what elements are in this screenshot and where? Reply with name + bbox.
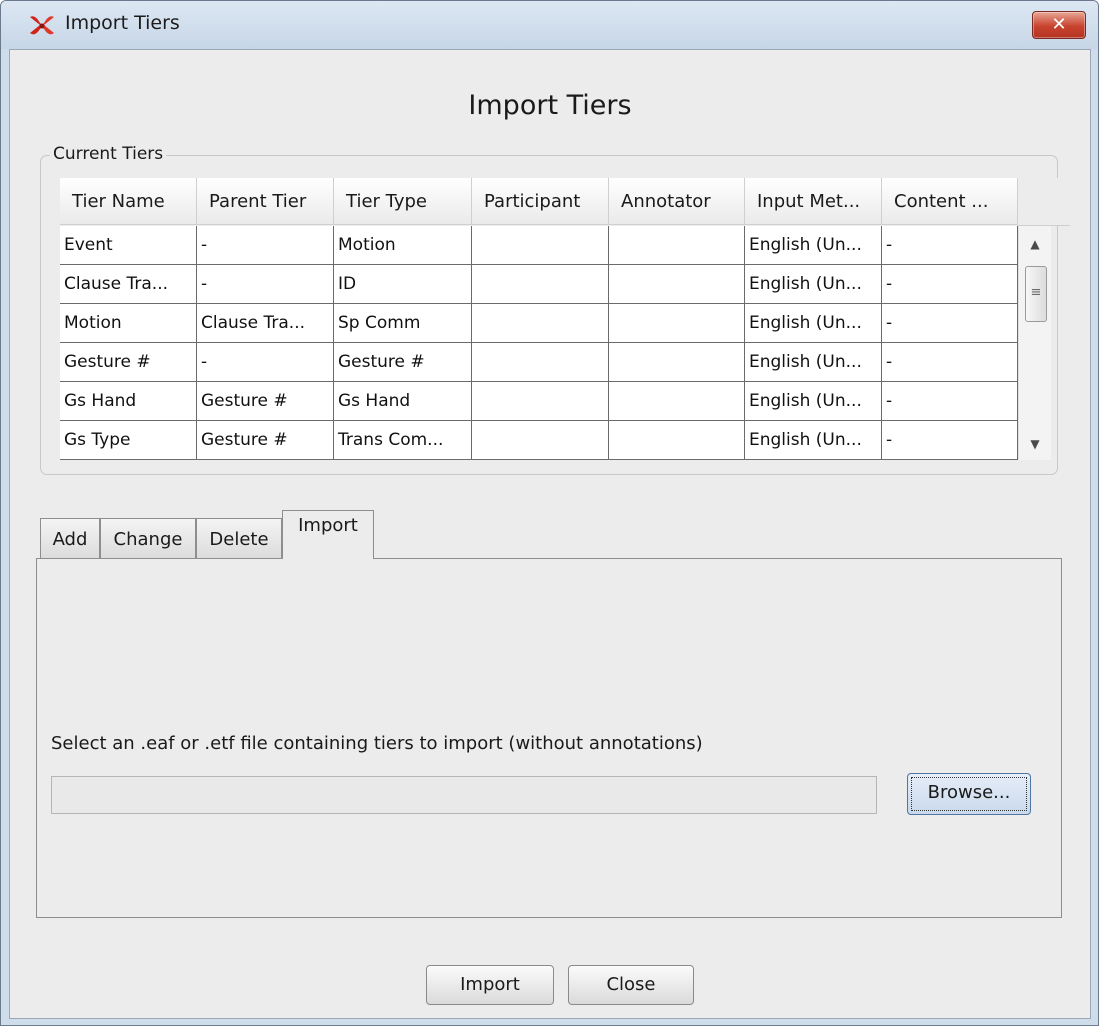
table-cell: Gesture #: [60, 343, 197, 382]
table-cell: Gs Hand: [60, 382, 197, 421]
table-cell: English (Un...: [745, 343, 882, 382]
table-cell: -: [882, 343, 1018, 382]
table-cell: Motion: [60, 304, 197, 343]
import-instruction-label: Select an .eaf or .etf file containing t…: [51, 733, 703, 754]
table-vertical-scrollbar[interactable]: ▲ ≡ ▼: [1018, 226, 1051, 460]
table-cell: -: [197, 226, 334, 265]
table-cell: Gesture #: [197, 382, 334, 421]
table-cell: Motion: [334, 226, 472, 265]
dialog-heading: Import Tiers: [468, 90, 632, 121]
import-tiers-window: Import Tiers ✕ Import Tiers Current Tier…: [0, 0, 1099, 1026]
column-header-content[interactable]: Content ...: [882, 178, 1018, 225]
table-cell: -: [882, 421, 1018, 460]
scroll-up-arrow-icon[interactable]: ▲: [1019, 230, 1051, 258]
table-cell: -: [197, 343, 334, 382]
table-row[interactable]: Clause Tra... - ID English (Un... -: [60, 265, 1018, 304]
table-cell: Gesture #: [334, 343, 472, 382]
table-cell: [472, 226, 609, 265]
table-cell: [472, 304, 609, 343]
table-cell: Sp Comm: [334, 304, 472, 343]
table-cell: Gesture #: [197, 421, 334, 460]
table-cell: Trans Com...: [334, 421, 472, 460]
header-corner: [1018, 178, 1070, 226]
table-cell: [472, 382, 609, 421]
table-cell: Event: [60, 226, 197, 265]
grip-icon: ≡: [1030, 285, 1042, 300]
table-row[interactable]: Motion Clause Tra... Sp Comm English (Un…: [60, 304, 1018, 343]
table-cell: -: [882, 265, 1018, 304]
current-tiers-group-title: Current Tiers: [50, 144, 167, 164]
table-row[interactable]: Gesture # - Gesture # English (Un... -: [60, 343, 1018, 382]
column-header-participant[interactable]: Participant: [472, 178, 609, 225]
table-cell: [609, 421, 745, 460]
table-cell: -: [882, 304, 1018, 343]
table-row[interactable]: Event - Motion English (Un... -: [60, 226, 1018, 265]
close-window-button[interactable]: ✕: [1032, 11, 1086, 39]
table-cell: English (Un...: [745, 265, 882, 304]
title-bar[interactable]: Import Tiers ✕: [1, 1, 1098, 49]
tab-change[interactable]: Change: [100, 518, 196, 558]
import-button[interactable]: Import: [426, 965, 554, 1005]
import-tab-panel: Select an .eaf or .etf file containing t…: [36, 558, 1062, 918]
tiers-table-body: Event - Motion English (Un... - Clause T…: [60, 226, 1018, 460]
table-cell: -: [197, 265, 334, 304]
table-cell: [472, 343, 609, 382]
table-cell: Clause Tra...: [197, 304, 334, 343]
column-header-input-method[interactable]: Input Met...: [745, 178, 882, 225]
column-header-tier-name[interactable]: Tier Name: [60, 178, 197, 225]
column-header-tier-type[interactable]: Tier Type: [334, 178, 472, 225]
table-cell: Gs Hand: [334, 382, 472, 421]
table-cell: -: [882, 226, 1018, 265]
table-row[interactable]: Gs Hand Gesture # Gs Hand English (Un...…: [60, 382, 1018, 421]
table-row[interactable]: Gs Type Gesture # Trans Com... English (…: [60, 421, 1018, 460]
dialog-content: Import Tiers Current Tiers Tier Name Par…: [9, 49, 1091, 1019]
table-cell: -: [882, 382, 1018, 421]
table-cell: English (Un...: [745, 226, 882, 265]
column-header-parent-tier[interactable]: Parent Tier: [197, 178, 334, 225]
table-cell: [472, 265, 609, 304]
column-header-annotator[interactable]: Annotator: [609, 178, 745, 225]
tab-import[interactable]: Import: [282, 510, 374, 559]
table-cell: Gs Type: [60, 421, 197, 460]
import-file-path-field[interactable]: [51, 776, 877, 814]
table-cell: English (Un...: [745, 421, 882, 460]
table-cell: [609, 265, 745, 304]
tab-delete[interactable]: Delete: [196, 518, 282, 558]
table-cell: [609, 382, 745, 421]
scrollbar-thumb[interactable]: ≡: [1025, 266, 1047, 322]
elan-app-icon: [30, 16, 54, 35]
table-cell: ID: [334, 265, 472, 304]
close-button[interactable]: Close: [568, 965, 694, 1005]
close-icon: ✕: [1051, 14, 1067, 35]
table-cell: English (Un...: [745, 382, 882, 421]
table-cell: Clause Tra...: [60, 265, 197, 304]
tab-add[interactable]: Add: [40, 518, 100, 558]
window-title: Import Tiers: [65, 12, 180, 34]
browse-button[interactable]: Browse...: [907, 773, 1031, 815]
scroll-down-arrow-icon[interactable]: ▼: [1019, 430, 1051, 458]
table-cell: [609, 304, 745, 343]
table-cell: English (Un...: [745, 304, 882, 343]
table-cell: [472, 421, 609, 460]
table-cell: [609, 343, 745, 382]
table-cell: [609, 226, 745, 265]
